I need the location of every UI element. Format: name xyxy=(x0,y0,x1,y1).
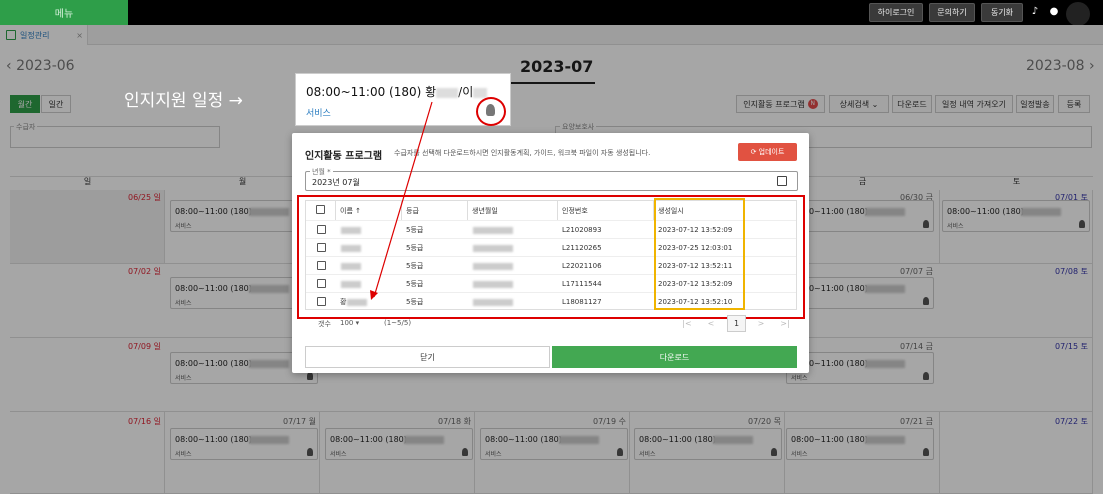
year-month-value: 2023년 07월 xyxy=(312,178,360,187)
update-label: 업데이트 xyxy=(758,148,785,156)
popup-service: 서비스 xyxy=(306,109,331,119)
popup-title-prefix: 08:00~11:00 (180) 황 xyxy=(306,85,437,99)
menu-button[interactable]: 메뉴 xyxy=(0,0,128,25)
last-page-button[interactable]: >| xyxy=(776,315,794,332)
next-page-button[interactable]: > xyxy=(752,315,770,332)
redacted-name xyxy=(436,87,459,98)
count-select[interactable]: 100 ▾ xyxy=(340,319,359,327)
bell-icon[interactable]: ♪ xyxy=(1029,6,1041,18)
highlight-circle xyxy=(476,97,506,126)
first-page-button[interactable]: |< xyxy=(678,315,696,332)
page-1-button[interactable]: 1 xyxy=(727,315,746,332)
modal-description: 수급자를 선택해 다운로드하시면 인지활동계획, 가이드, 워크북 파일이 자동… xyxy=(394,149,651,157)
modal-title: 인지활동 프로그램 xyxy=(305,151,383,162)
modal-download-button[interactable]: 다운로드 xyxy=(552,346,797,368)
update-button[interactable]: ⟳ 업데이트 xyxy=(738,143,797,161)
popup-title-mid: /이 xyxy=(458,85,474,99)
year-month-label: 년월 * xyxy=(310,167,333,177)
inquiry-button[interactable]: 문의하기 xyxy=(929,3,975,22)
popup-title: 08:00~11:00 (180) 황/이 xyxy=(306,83,488,100)
refresh-icon: ⟳ xyxy=(750,148,759,156)
close-button[interactable]: 닫기 xyxy=(305,346,550,368)
chevron-down-icon: ▾ xyxy=(355,319,360,327)
sync-button[interactable]: 동기화 xyxy=(981,3,1023,22)
redacted-name xyxy=(473,87,488,98)
count-label: 갯수 xyxy=(318,320,331,328)
calendar-icon[interactable] xyxy=(777,176,787,186)
user-icon[interactable]: ● xyxy=(1048,6,1060,18)
avatar[interactable] xyxy=(1066,2,1090,26)
count-value: 100 xyxy=(340,319,354,327)
prev-page-button[interactable]: < xyxy=(702,315,720,332)
year-month-field[interactable] xyxy=(305,171,798,191)
hi-login-button[interactable]: 하이로그인 xyxy=(869,3,923,22)
range-label: (1~5/5) xyxy=(384,319,412,327)
highlight-created-column xyxy=(654,198,745,310)
annotation-label: 인지지원 일정 → xyxy=(124,91,243,111)
